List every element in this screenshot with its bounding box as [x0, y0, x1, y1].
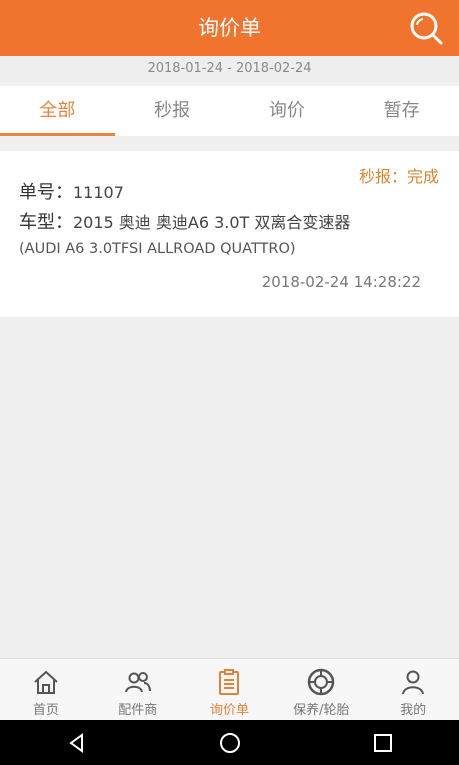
order-time: 2018-02-24 14:28:22 [261, 273, 421, 291]
nav-suppliers[interactable]: 配件商 [92, 659, 184, 720]
nav-inquiry-label: 询价单 [209, 703, 249, 718]
nav-maintenance-label: 保养/轮胎 [293, 703, 350, 718]
home-icon [34, 670, 58, 694]
car-model-english: (AUDI A6 3.0TFSI ALLROAD QUATTRO) [19, 241, 296, 257]
car-model-row: 车型：2015 奥迪 奥迪A6 3.0T 双离合变速器 [19, 208, 350, 234]
tab-all[interactable]: 全部 [0, 86, 115, 136]
tab-bar: 全部 秒报 询价 暂存 [0, 86, 459, 136]
users-icon [124, 672, 151, 693]
date-range[interactable]: 2018-01-24 - 2018-02-24 [0, 56, 459, 82]
tab-draft[interactable]: 暂存 [344, 86, 459, 136]
nav-suppliers-label: 配件商 [118, 703, 158, 718]
clipboard-icon [219, 669, 240, 695]
car-model: 2015 奥迪 奥迪A6 3.0T 双离合变速器 [73, 213, 351, 232]
order-number-row: 单号：11107 [19, 178, 124, 204]
home-circle-icon[interactable] [217, 730, 243, 756]
search-icon[interactable] [407, 9, 445, 47]
tab-quick-quote[interactable]: 秒报 [115, 86, 230, 136]
order-card[interactable]: 秒报：完成 单号：11107 车型：2015 奥迪 奥迪A6 3.0T 双离合变… [0, 151, 459, 317]
nav-maintenance[interactable]: 保养/轮胎 [275, 659, 367, 720]
nav-inquiry[interactable]: 询价单 [184, 659, 276, 720]
order-number-label: 单号： [19, 182, 73, 203]
order-number: 11107 [73, 183, 124, 202]
title-bar: 询价单 [0, 0, 459, 56]
car-model-label: 车型： [19, 212, 73, 233]
tire-icon [308, 668, 335, 696]
nav-home-label: 首页 [32, 703, 59, 718]
page-title: 询价单 [198, 16, 261, 40]
tab-inquiry[interactable]: 询价 [230, 86, 345, 136]
system-nav-bar [0, 720, 459, 765]
back-icon[interactable] [64, 730, 90, 756]
order-status: 秒报：完成 [358, 167, 439, 186]
bottom-nav: 首页 配件商 询价单 保养/轮胎 我的 [0, 658, 459, 720]
person-icon [402, 670, 425, 695]
nav-me[interactable]: 我的 [367, 659, 459, 720]
recents-icon[interactable] [370, 730, 396, 756]
nav-me-label: 我的 [400, 703, 427, 718]
nav-home[interactable]: 首页 [0, 659, 92, 720]
